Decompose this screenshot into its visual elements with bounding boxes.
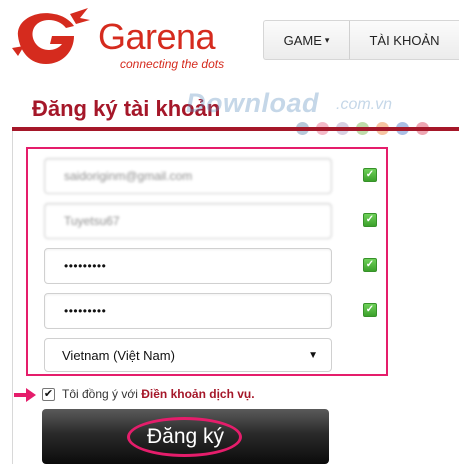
- register-button[interactable]: Đăng ký: [42, 409, 329, 464]
- register-button-label: Đăng ký: [146, 424, 225, 448]
- title-divider: [12, 127, 459, 131]
- garena-dragon-icon: [12, 8, 90, 64]
- confirm-password-valid-check-icon: ✓: [363, 303, 377, 317]
- country-select[interactable]: Vietnam (Việt Nam) ▼: [44, 338, 332, 372]
- dropdown-arrow-icon: ▼: [308, 349, 318, 361]
- email-field[interactable]: saidoriginm@gmail.com: [44, 158, 332, 194]
- garena-logo[interactable]: Garena connecting the dots: [10, 6, 230, 71]
- username-field[interactable]: Tuyetsu67: [44, 203, 332, 239]
- confirm-password-field[interactable]: •••••••••: [44, 293, 332, 329]
- logo-tagline: connecting the dots: [120, 57, 225, 71]
- nav-game-label: GAME: [283, 32, 322, 48]
- email-valid-check-icon: ✓: [363, 168, 377, 182]
- password-valid-check-icon: ✓: [363, 258, 377, 272]
- pointer-arrow-icon: [14, 388, 36, 402]
- terms-checkbox[interactable]: ✔: [42, 388, 55, 401]
- top-nav: GAME ▾ TÀI KHOẢN: [263, 20, 459, 60]
- country-selected-value: Vietnam (Việt Nam): [62, 347, 175, 363]
- nav-game-menu[interactable]: GAME ▾: [264, 21, 350, 59]
- watermark-text: Download: [186, 88, 319, 118]
- nav-account-menu[interactable]: TÀI KHOẢN: [350, 21, 459, 59]
- nav-account-label: TÀI KHOẢN: [369, 32, 440, 48]
- terms-of-service-link[interactable]: Điền khoản dịch vụ.: [141, 387, 254, 401]
- terms-label: Tôi đồng ý với Điền khoản dịch vụ.: [62, 387, 255, 401]
- password-field[interactable]: •••••••••: [44, 248, 332, 284]
- registration-page: Garena connecting the dots GAME ▾ TÀI KH…: [0, 0, 459, 464]
- chevron-down-icon: ▾: [324, 34, 330, 45]
- registration-form: saidoriginm@gmail.com ✓ Tuyetsu67 ✓ ••••…: [26, 147, 388, 376]
- logo-name: Garena: [98, 16, 216, 57]
- username-valid-check-icon: ✓: [363, 213, 377, 227]
- content-border: [12, 131, 13, 464]
- terms-text: Tôi đồng ý với: [62, 387, 142, 401]
- watermark-suffix: .com.vn: [336, 96, 393, 113]
